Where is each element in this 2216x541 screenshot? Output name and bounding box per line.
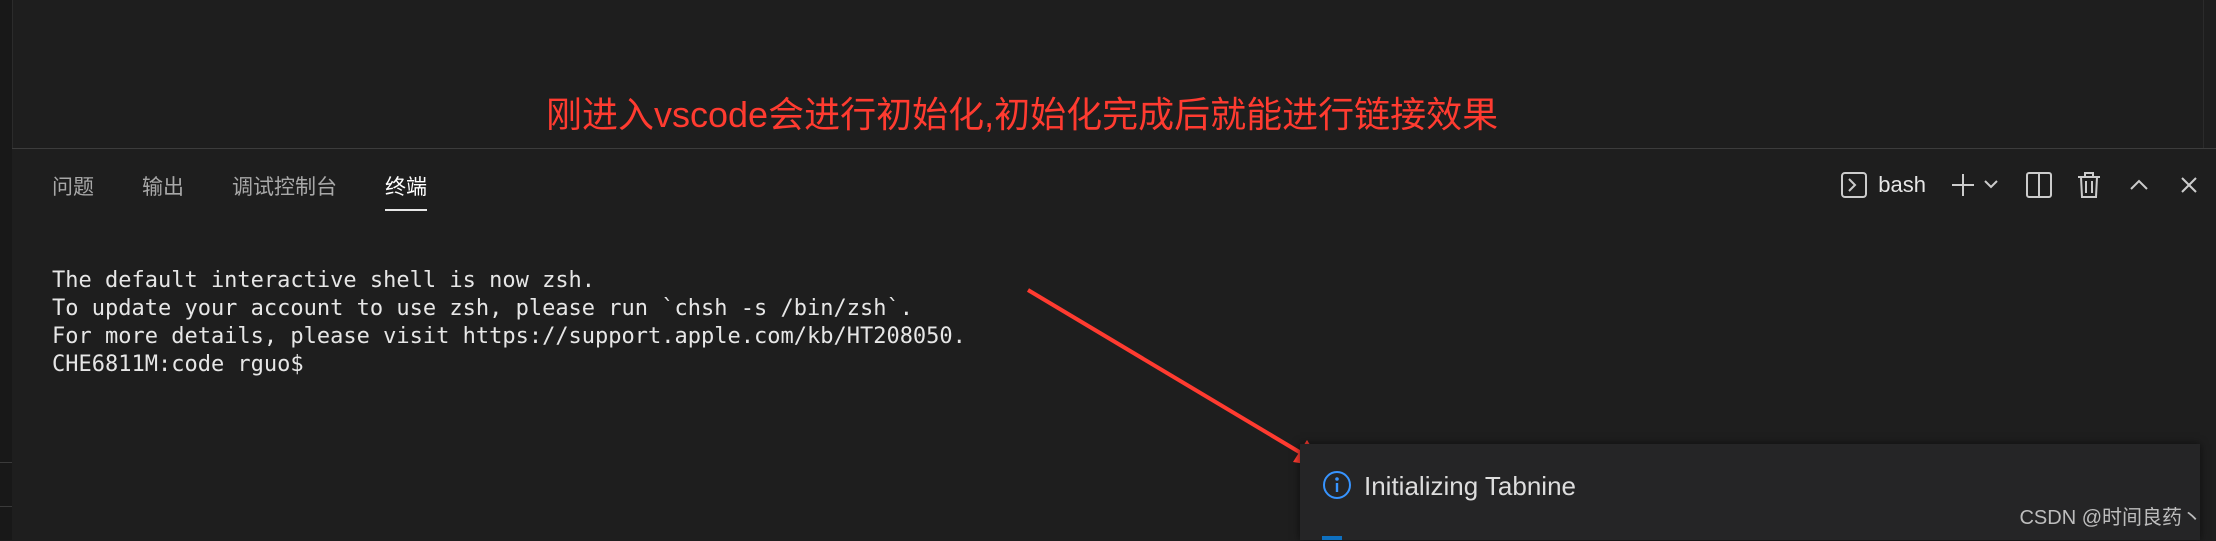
panel-tabs: 问题 输出 调试控制台 终端 <box>52 171 475 211</box>
watermark: CSDN @时间良药丶 <box>2019 501 2202 530</box>
close-panel-button[interactable] <box>2174 170 2204 200</box>
chevron-down-icon <box>1982 170 2000 200</box>
scrollbar-track[interactable] <box>2203 0 2216 148</box>
terminal-picker-label: bash <box>1878 172 1926 198</box>
terminal-dropdown-button[interactable] <box>1982 170 2000 200</box>
terminal-icon <box>1840 171 1868 199</box>
activity-divider <box>0 506 12 507</box>
split-icon <box>2024 170 2054 200</box>
info-icon <box>1322 470 1352 500</box>
chevron-up-icon <box>2124 170 2154 200</box>
tab-terminal[interactable]: 终端 <box>385 171 427 211</box>
annotation-text: 刚进入vscode会进行初始化,初始化完成后就能进行链接效果 <box>546 86 1498 138</box>
panel-actions: bash <box>1840 169 2204 201</box>
kill-terminal-button[interactable] <box>2074 170 2104 200</box>
tab-problems[interactable]: 问题 <box>52 171 94 211</box>
terminal-line: For more details, please visit https://s… <box>52 323 966 351</box>
activity-divider <box>0 462 12 463</box>
annotation-arrow <box>1010 280 1350 480</box>
plus-icon <box>1948 170 1978 200</box>
terminal-line: To update your account to use zsh, pleas… <box>52 295 966 323</box>
new-terminal-button[interactable] <box>1948 170 1978 200</box>
notification-progress-bar <box>1322 536 1342 540</box>
close-icon <box>2174 170 2204 200</box>
split-terminal-button[interactable] <box>2024 170 2054 200</box>
notification-message: Initializing Tabnine <box>1364 471 1576 502</box>
maximize-panel-button[interactable] <box>2124 170 2154 200</box>
terminal-picker[interactable]: bash <box>1840 171 1926 199</box>
terminal-prompt: CHE6811M:code rguo$ <box>52 351 966 379</box>
tab-output[interactable]: 输出 <box>142 171 184 211</box>
trash-icon <box>2074 170 2104 200</box>
terminal-output[interactable]: The default interactive shell is now zsh… <box>52 267 966 379</box>
terminal-line: The default interactive shell is now zsh… <box>52 267 966 295</box>
tab-debug-console[interactable]: 调试控制台 <box>232 171 337 211</box>
